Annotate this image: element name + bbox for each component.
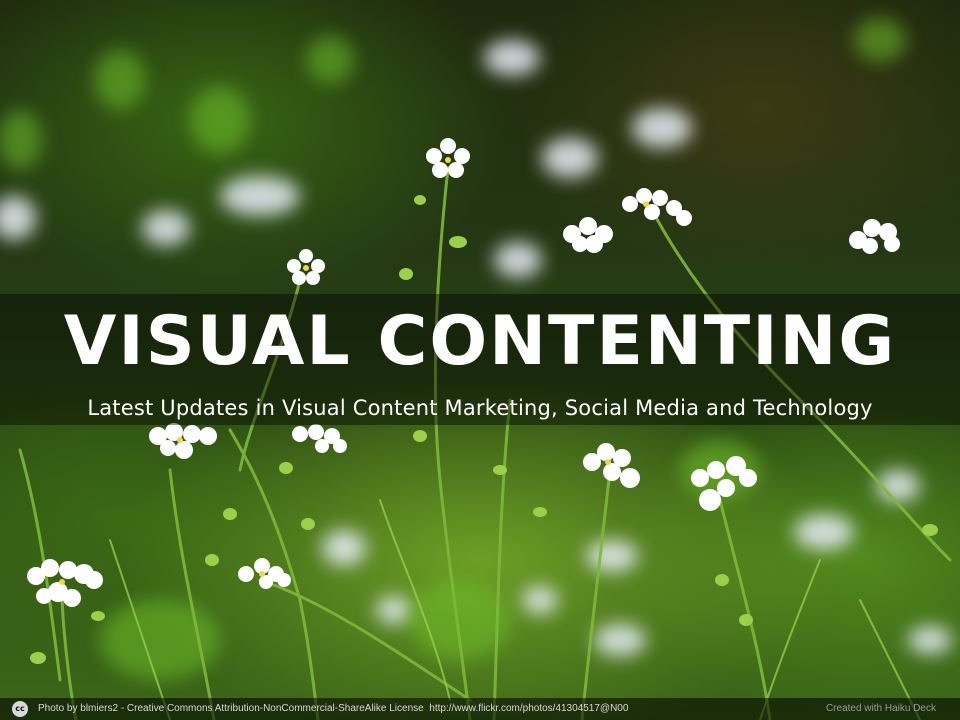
created-with-link[interactable]: Created with Haiku Deck: [826, 698, 936, 720]
photo-credit: Photo by blmiers2 - Creative Commons Att…: [38, 698, 628, 720]
attribution-footer: cc Photo by blmiers2 - Creative Commons …: [0, 698, 960, 720]
photo-credit-text: Photo by blmiers2 - Creative Commons Att…: [38, 703, 424, 714]
photo-source-link[interactable]: http://www.flickr.com/photos/41304517@N0…: [429, 703, 628, 714]
slide-subtitle: Latest Updates in Visual Content Marketi…: [87, 396, 873, 420]
slide: VISUAL CONTENTING Latest Updates in Visu…: [0, 0, 960, 720]
slide-title: VISUAL CONTENTING: [63, 302, 897, 381]
creative-commons-icon[interactable]: cc: [12, 701, 28, 717]
